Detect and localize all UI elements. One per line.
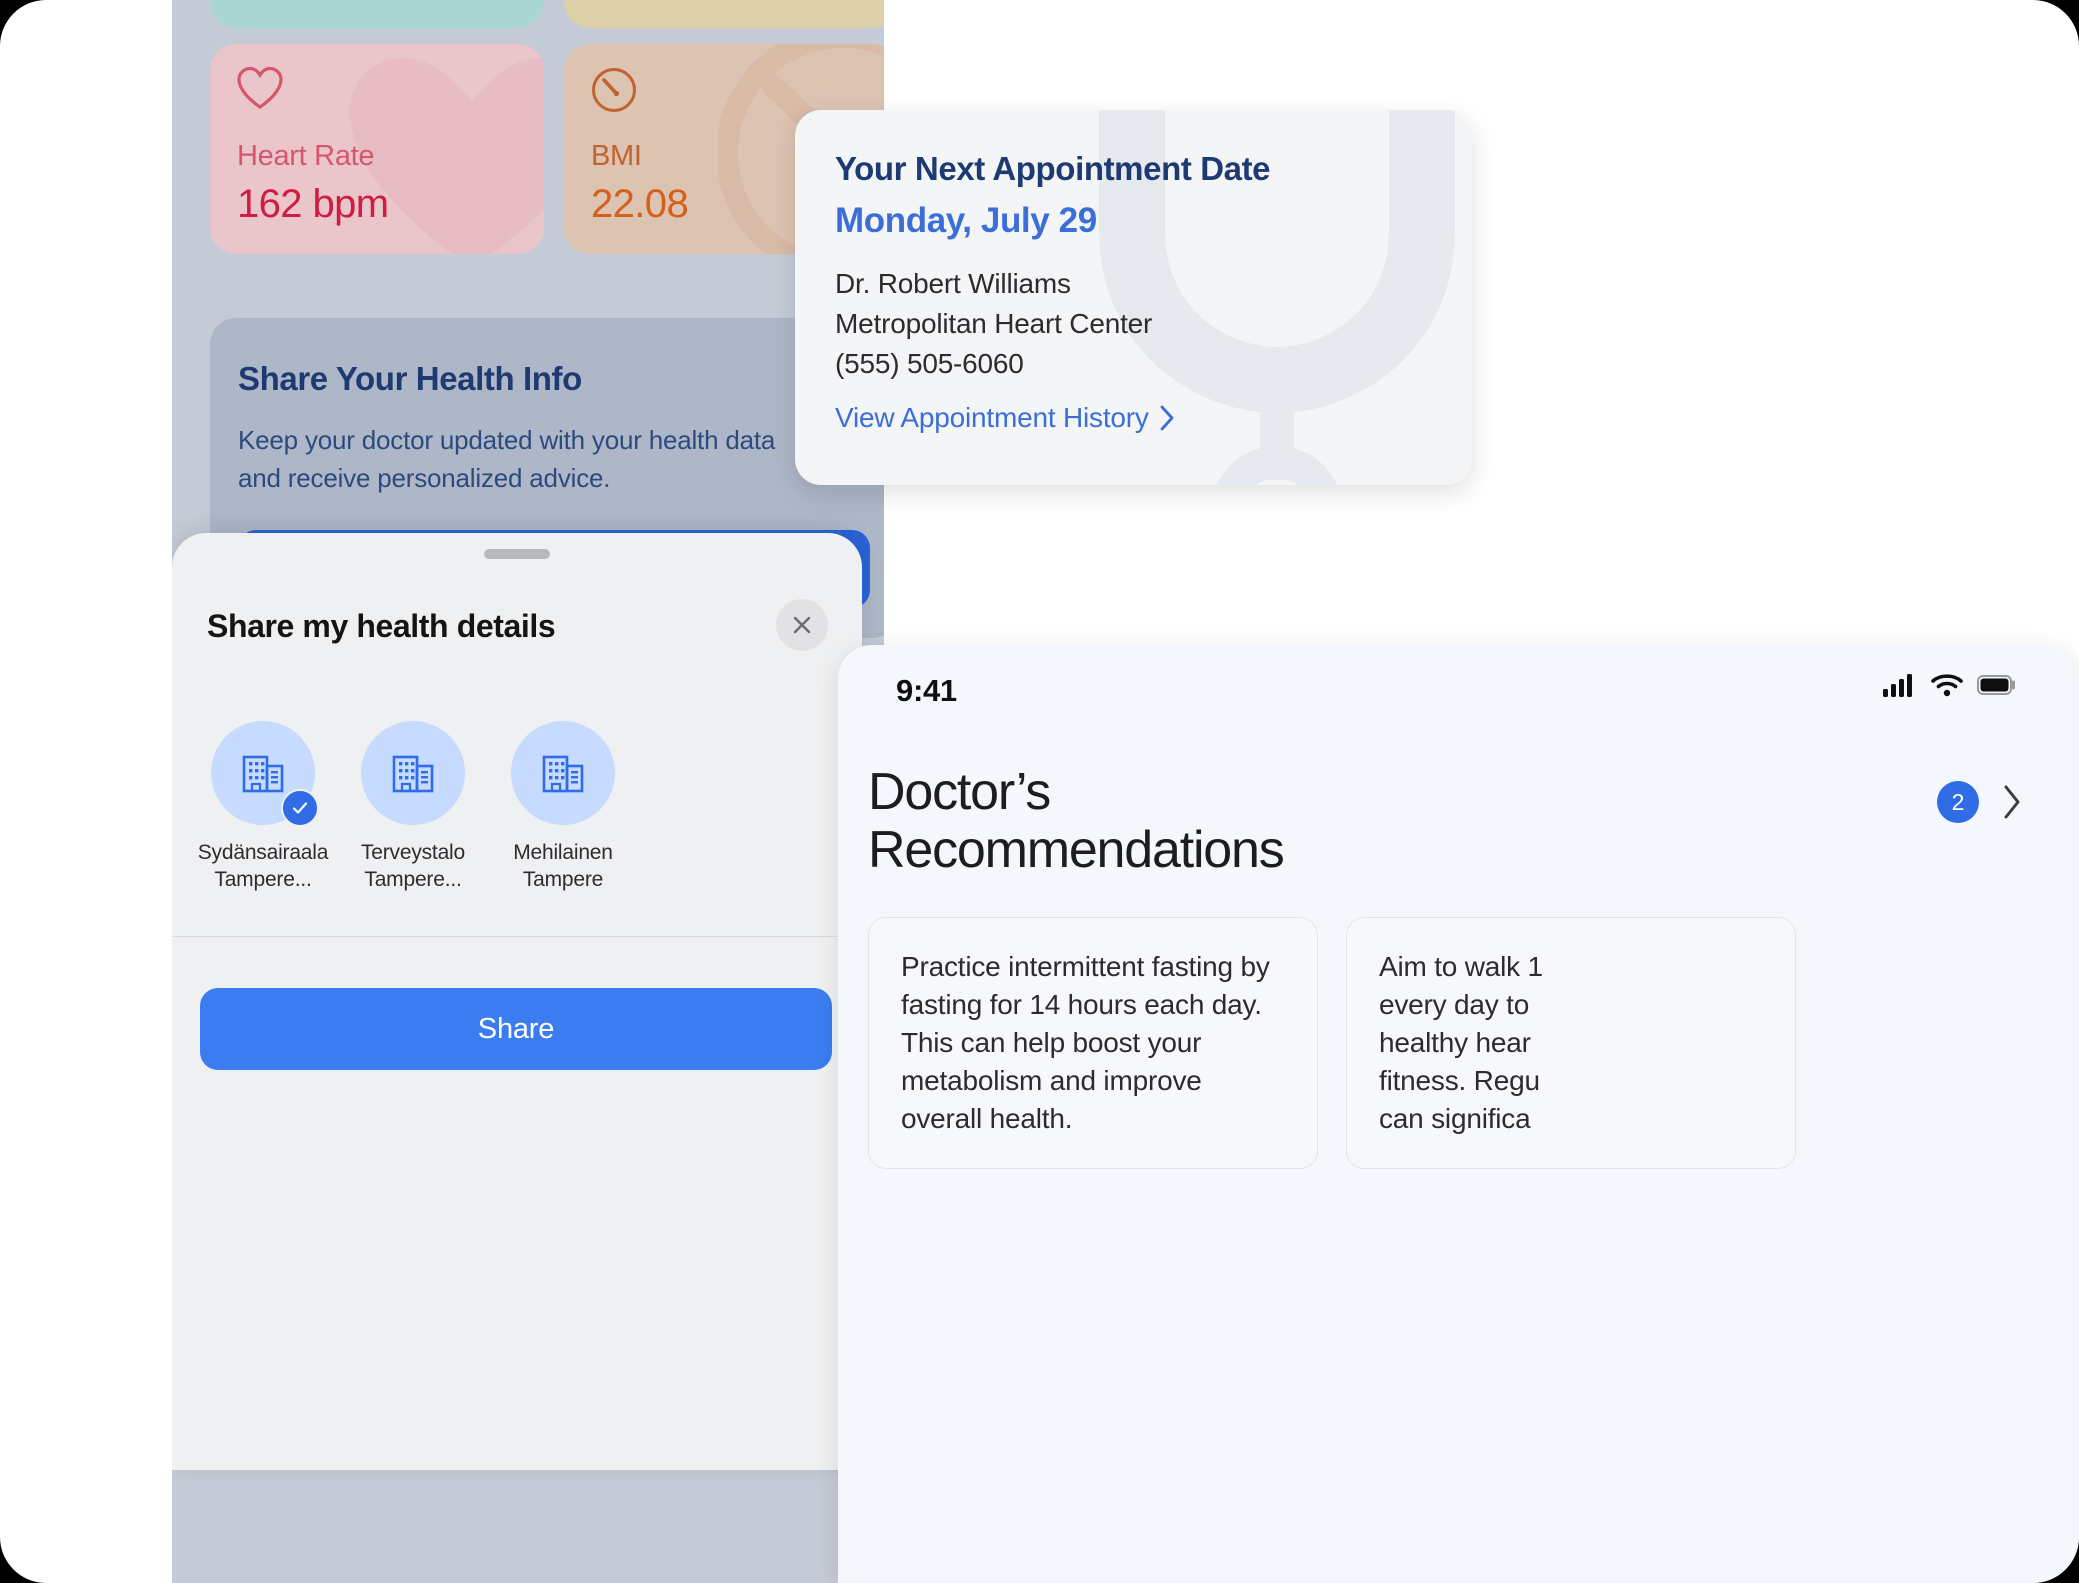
bmi-value: 22.08 [591,182,689,226]
next-appointment-card: Your Next Appointment Date Monday, July … [795,110,1472,485]
provider-item-0[interactable]: Sydänsairaala Tampere... [197,721,329,933]
provider-avatar-wrap-0 [211,721,319,827]
battery-icon [1977,675,2015,695]
avatar [511,721,615,825]
bmi-label: BMI [591,140,642,172]
provider-selection-row: Sydänsairaala Tampere... Terveystalo Tam… [172,721,862,933]
chevron-right-icon [1160,405,1174,431]
heart-rate-value: 162 bpm [237,182,389,226]
sheet-divider [172,936,862,937]
sheet-title: Share my health details [207,608,556,644]
view-appointment-history-link[interactable]: View Appointment History [835,402,1176,434]
recommendation-card[interactable]: Aim to walk 1 every day to healthy hear … [1346,917,1796,1170]
status-bar-icons [1883,673,2017,697]
check-icon [292,802,308,814]
top-card-strip-beige [564,0,884,28]
recommendations-phone-mockup: 9:41 Doctor’s Recommendations 2 Practice… [838,645,2079,1583]
recommendations-title: Doctor’s Recommendations [868,763,1285,880]
recommendation-card[interactable]: Practice intermittent fasting by fasting… [868,917,1318,1170]
status-bar: 9:41 [838,645,2079,741]
provider-avatar-wrap-2 [511,721,615,825]
cellular-signal-icon [1883,674,1912,697]
provider-label-0: Sydänsairaala Tampere... [197,841,329,892]
heart-rate-label: Heart Rate [237,140,375,172]
share-health-info-description: Keep your doctor updated with your healt… [238,425,776,493]
provider-label-1: Terveystalo Tampere... [360,841,465,892]
share-health-details-sheet: Share my health details Sydänsairaala Ta… [172,533,862,1470]
heart-icon [237,66,283,109]
recommendation-cards-list: Practice intermittent fasting by fasting… [868,917,1796,1170]
provider-selected-check [281,789,319,827]
metric-card-heart-rate[interactable]: Heart Rate 162 bpm [210,44,544,254]
close-button[interactable] [776,599,828,651]
recommendations-header-actions[interactable]: 2 [1937,763,2023,823]
share-button[interactable]: Share [200,988,832,1070]
avatar [361,721,465,825]
provider-avatar-wrap-1 [361,721,465,825]
status-bar-time: 9:41 [896,673,957,708]
appointment-phone-number: (555) 505-6060 [835,348,1024,379]
share-health-info-title: Share Your Health Info [238,360,582,397]
sheet-grabber-handle[interactable] [484,549,550,559]
appointment-clinic-name: Metropolitan Heart Center [835,308,1153,339]
top-card-strip-teal [210,0,544,28]
app-canvas: Heart Rate 162 bpm BMI 22.08 Share Your … [0,0,2079,1583]
recommendations-count-badge: 2 [1937,781,1979,823]
gauge-icon [592,68,636,112]
appointment-date: Monday, July 29 [835,201,1097,240]
hospital-building-icon [392,755,434,793]
close-icon [793,616,811,634]
chevron-right-icon[interactable] [2001,783,2023,821]
left-phone-screen: Heart Rate 162 bpm BMI 22.08 Share Your … [172,0,884,1583]
provider-label-2: Mehilainen Tampere [513,841,613,892]
hospital-building-icon [242,755,284,793]
wifi-icon [1931,674,1963,697]
hospital-building-icon [542,755,584,793]
view-appointment-history-label: View Appointment History [835,402,1149,433]
recommendations-header: Doctor’s Recommendations 2 [838,763,2079,879]
appointment-doctor-name: Dr. Robert Williams [835,268,1071,299]
provider-item-2[interactable]: Mehilainen Tampere [500,721,626,933]
provider-item-1[interactable]: Terveystalo Tampere... [350,721,476,933]
appointment-heading: Your Next Appointment Date [835,150,1271,187]
